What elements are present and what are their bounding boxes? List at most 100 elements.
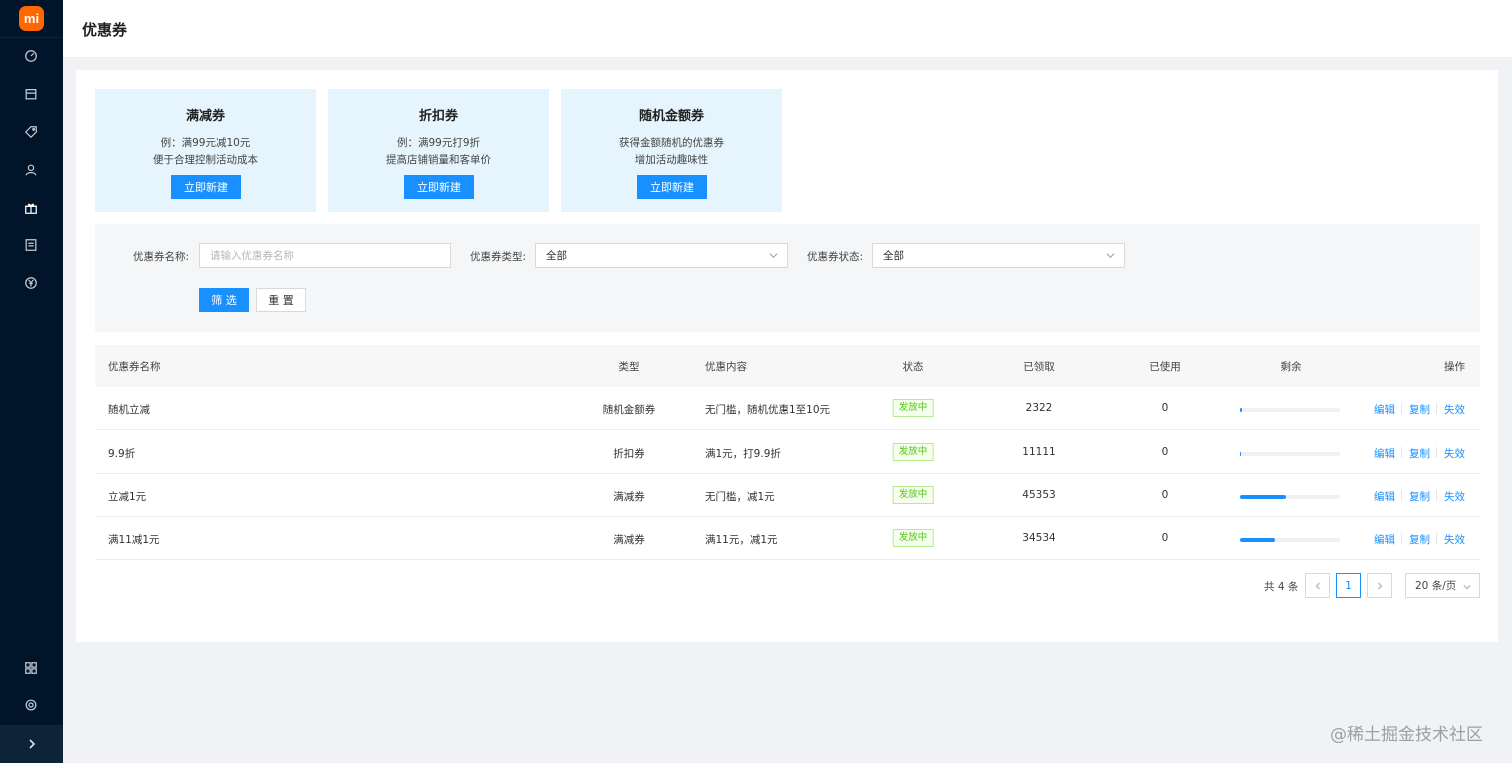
claimed-count: 11111: [1022, 446, 1056, 458]
store-icon[interactable]: [21, 84, 41, 104]
sidebar: mi: [0, 0, 63, 763]
column-header-remaining: 剩余: [1280, 361, 1302, 373]
coupon-type-description: 便于合理控制活动成本: [153, 154, 258, 166]
table-header: 优惠券名称 类型 优惠内容 状态 已领取 已使用 剩余 操作: [95, 345, 1480, 387]
column-header-content: 优惠内容: [705, 361, 747, 373]
coupon-type-title: 满减券: [185, 109, 225, 124]
pagination-total: 共 4 条: [1264, 581, 1299, 593]
next-page-button[interactable]: [1367, 573, 1392, 598]
action-divider: [1401, 447, 1402, 458]
tag-icon[interactable]: [21, 122, 41, 142]
remaining-progress-fill: [1240, 538, 1275, 542]
coupon-type-card-discount: 折扣券 例：满99元打9折 提高店铺销量和客单价 立即新建: [328, 89, 549, 212]
claimed-count: 34534: [1022, 532, 1056, 544]
copy-link[interactable]: 复制: [1409, 402, 1430, 417]
main-content: 满减券 例：满99元减10元 便于合理控制活动成本 立即新建 折扣券 例：满99…: [76, 70, 1498, 642]
sidebar-divider: [0, 37, 63, 38]
yen-icon[interactable]: [21, 273, 41, 293]
dashboard-icon[interactable]: [21, 46, 41, 66]
coupon-name-input[interactable]: 请输入优惠券名称: [199, 243, 451, 268]
edit-link[interactable]: 编辑: [1374, 446, 1395, 461]
status-badge: 发放中: [892, 443, 934, 461]
list-icon[interactable]: [21, 235, 41, 255]
column-header-name: 优惠券名称: [108, 361, 161, 373]
remaining-progress-fill: [1240, 408, 1242, 412]
name-filter-label: 优惠券名称:: [133, 251, 190, 263]
invalidate-link[interactable]: 失效: [1444, 402, 1465, 417]
copy-link[interactable]: 复制: [1409, 446, 1430, 461]
coupon-name: 随机立减: [108, 404, 150, 416]
coupon-type-example: 例：满99元减10元: [160, 137, 251, 149]
page-number-button[interactable]: 1: [1336, 573, 1361, 598]
edit-link[interactable]: 编辑: [1374, 532, 1395, 547]
coupon-name: 立减1元: [108, 491, 147, 503]
coupon-status-select[interactable]: 全部: [872, 243, 1125, 268]
widgets-icon[interactable]: [21, 658, 41, 678]
status-badge: 发放中: [892, 486, 934, 504]
remaining-progress-fill: [1240, 452, 1241, 456]
chevron-down-icon: [1106, 251, 1115, 260]
page-size-value: 20 条/页: [1415, 580, 1457, 592]
coupon-type-title: 随机金额券: [638, 109, 704, 124]
chevron-right-icon: [1377, 582, 1382, 589]
page-size-select[interactable]: 20 条/页: [1405, 573, 1480, 598]
invalidate-link[interactable]: 失效: [1444, 446, 1465, 461]
coupon-content: 无门槛，随机优惠1至10元: [705, 404, 831, 416]
claimed-count: 2322: [1025, 402, 1053, 414]
action-divider: [1436, 403, 1437, 414]
sidebar-collapse-button[interactable]: [0, 725, 63, 763]
invalidate-link[interactable]: 失效: [1444, 532, 1465, 547]
coupon-type-select[interactable]: 全部: [535, 243, 788, 268]
coupon-status-value: 全部: [883, 250, 904, 262]
mi-logo[interactable]: mi: [19, 6, 44, 31]
create-random-amount-button[interactable]: 立即新建: [637, 175, 707, 199]
page-header: 优惠券: [63, 0, 1512, 57]
action-divider: [1436, 533, 1437, 544]
column-header-used: 已使用: [1149, 361, 1181, 373]
coupon-type-card-full-reduction: 满减券 例：满99元减10元 便于合理控制活动成本 立即新建: [95, 89, 316, 212]
table-row: 9.9折 折扣券 满1元，打9.9折 发放中 11111 0 编辑 复制 失效: [95, 431, 1480, 474]
copy-link[interactable]: 复制: [1409, 489, 1430, 504]
page-title: 优惠券: [82, 21, 128, 39]
coupon-type-card-random: 随机金额券 获得金额随机的优惠券 增加活动趣味性 立即新建: [561, 89, 782, 212]
create-discount-button[interactable]: 立即新建: [404, 175, 474, 199]
column-header-claimed: 已领取: [1023, 361, 1055, 373]
table-row: 立减1元 满减券 无门槛，减1元 发放中 45353 0 编辑 复制 失效: [95, 474, 1480, 517]
reset-button[interactable]: 重 置: [256, 288, 306, 312]
settings-icon[interactable]: [21, 695, 41, 715]
remaining-progress-bar: [1240, 408, 1340, 412]
coupon-type-description: 提高店铺销量和客单价: [386, 154, 491, 166]
status-badge: 发放中: [892, 399, 934, 417]
copy-link[interactable]: 复制: [1409, 532, 1430, 547]
gift-icon[interactable]: [21, 198, 41, 218]
coupon-name: 满11减1元: [108, 534, 160, 546]
filter-button[interactable]: 筛 选: [199, 288, 249, 312]
coupon-content: 满1元，打9.9折: [705, 448, 781, 460]
filter-panel: 优惠券名称: 请输入优惠券名称 优惠券类型: 全部 优惠券状态: 全部 筛 选 …: [95, 224, 1480, 332]
invalidate-link[interactable]: 失效: [1444, 489, 1465, 504]
used-count: 0: [1161, 446, 1169, 458]
table-row: 满11减1元 满减券 满11元，减1元 发放中 34534 0 编辑 复制 失效: [95, 517, 1480, 560]
create-full-reduction-button[interactable]: 立即新建: [171, 175, 241, 199]
coupon-type: 折扣券: [613, 448, 645, 460]
column-header-type: 类型: [618, 361, 640, 373]
chevron-left-icon: [1315, 582, 1320, 589]
status-badge: 发放中: [892, 529, 934, 547]
status-filter-label: 优惠券状态:: [807, 251, 864, 263]
used-count: 0: [1161, 489, 1169, 501]
edit-link[interactable]: 编辑: [1374, 402, 1395, 417]
watermark: @稀土掘金技术社区: [1330, 725, 1483, 745]
type-filter-label: 优惠券类型:: [470, 251, 527, 263]
prev-page-button[interactable]: [1305, 573, 1330, 598]
remaining-progress-bar: [1240, 452, 1340, 456]
chevron-down-icon: [1463, 582, 1471, 594]
claimed-count: 45353: [1022, 489, 1056, 501]
chevron-right-icon: [28, 739, 35, 749]
edit-link[interactable]: 编辑: [1374, 489, 1395, 504]
chevron-down-icon: [769, 251, 778, 260]
user-icon[interactable]: [21, 160, 41, 180]
coupon-type-description: 增加活动趣味性: [634, 154, 709, 166]
coupon-type: 随机金额券: [602, 404, 656, 416]
action-divider: [1401, 490, 1402, 501]
coupon-type: 满减券: [613, 491, 645, 503]
